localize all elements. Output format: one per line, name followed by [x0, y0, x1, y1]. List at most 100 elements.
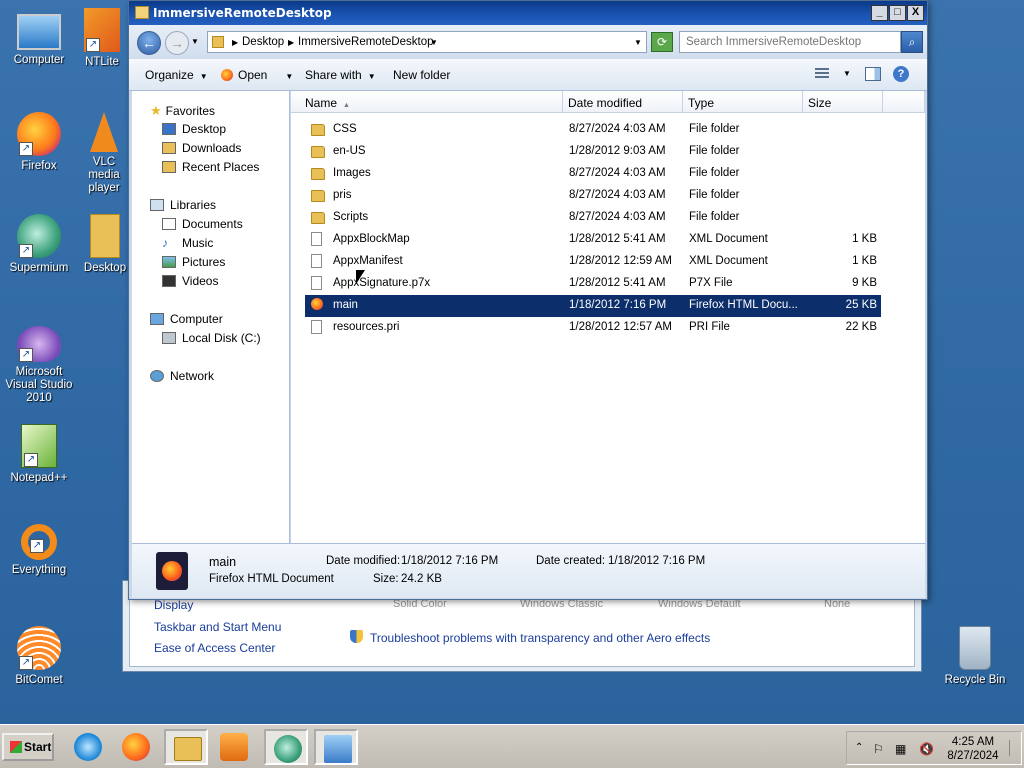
shortcut-arrow-icon: ↗	[19, 348, 33, 362]
file-size: 25 KB	[845, 299, 877, 311]
desktop-icon-notepad-plus-plus[interactable]: ↗ Notepad++	[0, 424, 78, 485]
desktop-icon-firefox[interactable]: ↗ Firefox	[0, 112, 78, 173]
open-label: Open	[238, 68, 268, 82]
nav-item-desktop[interactable]: Desktop	[162, 122, 226, 136]
file-row[interactable]: main 1/18/2012 7:16 PM Firefox HTML Docu..…	[305, 295, 881, 317]
view-dropdown-icon[interactable]: ▼	[843, 69, 851, 78]
column-header-name[interactable]: Name ▲	[291, 91, 563, 113]
nav-item-videos[interactable]: Videos	[162, 274, 218, 288]
network-icon[interactable]: ▦	[895, 742, 906, 756]
refresh-button[interactable]: ⟳	[651, 32, 673, 52]
file-date-modified: 8/27/2024 4:03 AM	[569, 123, 666, 135]
details-file-type: Firefox HTML Document	[209, 573, 334, 585]
back-button[interactable]: ←	[137, 31, 161, 55]
details-file-name: main	[209, 555, 237, 569]
nav-item-pictures[interactable]: Pictures	[162, 255, 225, 269]
file-date-modified: 1/28/2012 5:41 AM	[569, 277, 666, 289]
file-row[interactable]: Images 8/27/2024 4:03 AM File folder	[305, 163, 881, 185]
minimize-button[interactable]: _	[871, 5, 888, 21]
windows-logo-icon	[10, 741, 22, 753]
chevron-down-icon: ▼	[367, 72, 376, 81]
search-icon[interactable]: ⌕	[901, 31, 923, 53]
shortcut-arrow-icon: ↗	[19, 142, 33, 156]
nav-item-downloads[interactable]: Downloads	[162, 141, 241, 155]
preview-pane-icon[interactable]	[865, 67, 881, 81]
file-row[interactable]: CSS 8/27/2024 4:03 AM File folder	[305, 119, 881, 141]
nav-label: Recent Places	[182, 160, 260, 174]
desktop-icon-bitcomet[interactable]: ↗ BitComet	[0, 626, 78, 687]
file-row[interactable]: en-US 1/28/2012 9:03 AM File folder	[305, 141, 881, 163]
explorer-window[interactable]: ImmersiveRemoteDesktop _ □ X ← → ▼ ▶ Des…	[128, 0, 928, 600]
breadcrumb-dropdown-icon[interactable]: ▼	[430, 38, 438, 47]
nav-network[interactable]: Network	[150, 369, 214, 383]
taskbar-control-panel[interactable]	[314, 729, 358, 765]
desktop-icon-everything[interactable]: ↗ Everything	[0, 524, 78, 577]
desktop-icon-recycle-bin[interactable]: Recycle Bin	[936, 626, 1014, 687]
maximize-button[interactable]: □	[889, 5, 906, 21]
title-bar[interactable]: ImmersiveRemoteDesktop _ □ X	[129, 1, 927, 25]
file-row[interactable]: AppxSignature.p7x 1/28/2012 5:41 AM P7X Fi…	[305, 273, 881, 295]
desktop-icon-ntlite[interactable]: ↗ NTLite	[76, 8, 128, 69]
folder-icon	[212, 36, 224, 48]
desktop-icon-desktop-folder[interactable]: Desktop	[80, 214, 130, 275]
shortcut-arrow-icon: ↗	[24, 453, 38, 467]
breadcrumb-current-folder[interactable]: ImmersiveRemoteDesktop	[298, 36, 433, 48]
nav-item-local-disk[interactable]: Local Disk (C:)	[162, 331, 261, 345]
nav-item-music[interactable]: ♪ Music	[162, 236, 213, 250]
nav-item-documents[interactable]: Documents	[162, 217, 243, 231]
file-row[interactable]: pris 8/27/2024 4:03 AM File folder	[305, 185, 881, 207]
help-icon[interactable]: ?	[893, 66, 909, 82]
desktop-icon-computer[interactable]: Computer	[0, 10, 78, 67]
taskbar-internet-explorer[interactable]	[66, 729, 110, 765]
close-button[interactable]: X	[907, 5, 924, 21]
file-date-modified: 1/28/2012 12:57 AM	[569, 321, 672, 333]
file-row[interactable]: resources.pri 1/28/2012 12:57 AM PRI File 2…	[305, 317, 881, 339]
open-button[interactable]: Open ▼	[221, 68, 293, 82]
desktop-icon-vlc[interactable]: VLC media player	[78, 112, 130, 195]
share-with-button[interactable]: Share with ▼	[305, 68, 376, 82]
show-desktop-button[interactable]	[1009, 740, 1021, 756]
folder-icon	[311, 212, 325, 224]
taskbar-media-player[interactable]	[212, 729, 256, 765]
address-history-dropdown-icon[interactable]: ▼	[634, 38, 642, 47]
column-header-size[interactable]: Size	[803, 91, 883, 113]
desktop-icon-visual-studio[interactable]: ↗ Microsoft Visual Studio 2010	[0, 326, 78, 405]
organize-button[interactable]: Organize ▼	[145, 68, 208, 82]
nav-computer[interactable]: Computer	[150, 312, 223, 326]
desktop-icon-supermium[interactable]: ↗ Supermium	[0, 214, 78, 275]
address-box[interactable]: ▶ Desktop ▶ ImmersiveRemoteDesktop ▼ ▼	[207, 31, 647, 53]
link-taskbar-start-menu[interactable]: Taskbar and Start Menu	[154, 620, 281, 634]
taskbar-windows-explorer[interactable]	[164, 729, 208, 765]
breadcrumb-separator-icon[interactable]: ▶	[288, 38, 294, 47]
show-hidden-icons-chevron-icon[interactable]: ⌃	[855, 742, 863, 753]
file-type: File folder	[689, 189, 740, 201]
recent-pages-dropdown-icon[interactable]: ▼	[191, 37, 199, 46]
volume-muted-icon[interactable]: 🔇	[919, 742, 934, 756]
nav-favorites[interactable]: ★ Favorites	[150, 103, 215, 119]
file-row[interactable]: Scripts 8/27/2024 4:03 AM File folder	[305, 207, 881, 229]
taskbar-firefox[interactable]	[114, 729, 158, 765]
search-box[interactable]	[679, 31, 901, 53]
taskbar-supermium[interactable]	[264, 729, 308, 765]
breadcrumb-separator-icon[interactable]: ▶	[232, 38, 238, 47]
link-ease-of-access[interactable]: Ease of Access Center	[154, 641, 275, 655]
forward-button[interactable]: →	[165, 31, 189, 55]
column-header-date[interactable]: Date modified	[563, 91, 683, 113]
desktop-icon	[162, 123, 176, 135]
column-header-type[interactable]: Type	[683, 91, 803, 113]
recycle-bin-icon	[959, 626, 991, 670]
clock[interactable]: 4:25 AM 8/27/2024	[943, 735, 1003, 763]
file-row[interactable]: AppxManifest 1/28/2012 12:59 AM XML Docume…	[305, 251, 881, 273]
action-center-flag-icon[interactable]: ⚐	[873, 742, 884, 756]
start-button[interactable]: Start	[2, 733, 54, 761]
file-row[interactable]: AppxBlockMap 1/28/2012 5:41 AM XML Documen…	[305, 229, 881, 251]
nav-libraries[interactable]: Libraries	[150, 198, 216, 212]
file-type: P7X File	[689, 277, 733, 289]
breadcrumb-desktop[interactable]: Desktop	[242, 36, 284, 48]
link-display[interactable]: Display	[154, 598, 193, 612]
new-folder-button[interactable]: New folder	[393, 68, 450, 82]
nav-item-recent-places[interactable]: Recent Places	[162, 160, 259, 174]
view-options-icon[interactable]	[815, 68, 829, 80]
search-input[interactable]	[680, 32, 900, 52]
link-troubleshoot-aero[interactable]: Troubleshoot problems with transparency …	[370, 631, 710, 645]
